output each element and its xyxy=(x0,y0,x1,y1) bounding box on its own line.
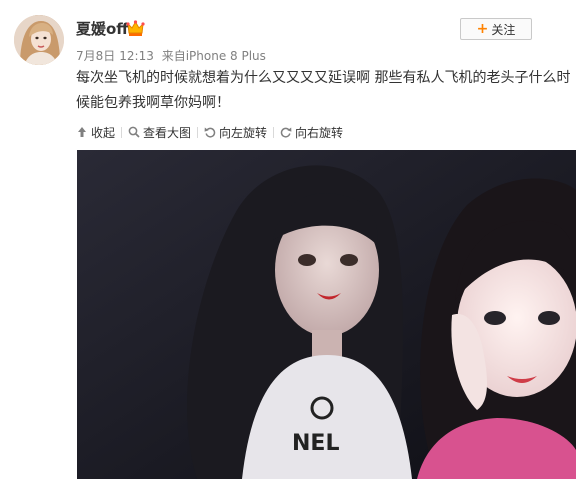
rotate-left-icon xyxy=(204,127,216,138)
rotate-right-icon xyxy=(280,127,292,138)
follow-button[interactable]: + 关注 xyxy=(460,18,532,40)
image-toolbar: 收起 查看大图 向左旋转 向右旋转 xyxy=(76,123,343,141)
view-large-button[interactable]: 查看大图 xyxy=(128,124,191,141)
collapse-up-icon xyxy=(78,127,86,137)
magnify-icon xyxy=(128,126,140,138)
rotate-right-label: 向右旋转 xyxy=(295,125,344,140)
post-meta: 7月8日 12:13 来自iPhone 8 Plus xyxy=(76,47,270,64)
post-time[interactable]: 12:13 xyxy=(119,49,154,63)
post-source[interactable]: iPhone 8 Plus xyxy=(186,49,266,63)
collapse-button[interactable]: 收起 xyxy=(76,124,115,141)
user-avatar[interactable] xyxy=(14,15,64,65)
weibo-post: 夏媛off + 关注 7月8日 12:13 来自iPhone 8 Plus 每次坐… xyxy=(0,0,585,479)
toolbar-divider xyxy=(273,126,275,138)
rotate-left-button[interactable]: 向左旋转 xyxy=(204,124,267,141)
view-large-label: 查看大图 xyxy=(143,125,192,140)
username[interactable]: 夏媛off xyxy=(76,18,128,39)
plus-icon: + xyxy=(476,21,489,37)
rotate-left-label: 向左旋转 xyxy=(219,125,268,140)
post-date[interactable]: 7月8日 xyxy=(76,49,115,63)
follow-label: 关注 xyxy=(491,22,516,37)
rotate-right-button[interactable]: 向右旋转 xyxy=(280,124,343,141)
post-photo[interactable]: NEL xyxy=(77,150,576,479)
post-text: 每次坐飞机的时候就想着为什么又又又又延误啊 那些有私人飞机的老头子什么时候能包养… xyxy=(76,70,571,111)
source-prefix: 来自 xyxy=(161,49,186,63)
toolbar-divider xyxy=(121,126,123,138)
vip-crown-icon xyxy=(126,20,145,36)
toolbar-divider xyxy=(197,126,199,138)
collapse-label: 收起 xyxy=(91,125,116,140)
svg-text:NEL: NEL xyxy=(292,431,339,456)
